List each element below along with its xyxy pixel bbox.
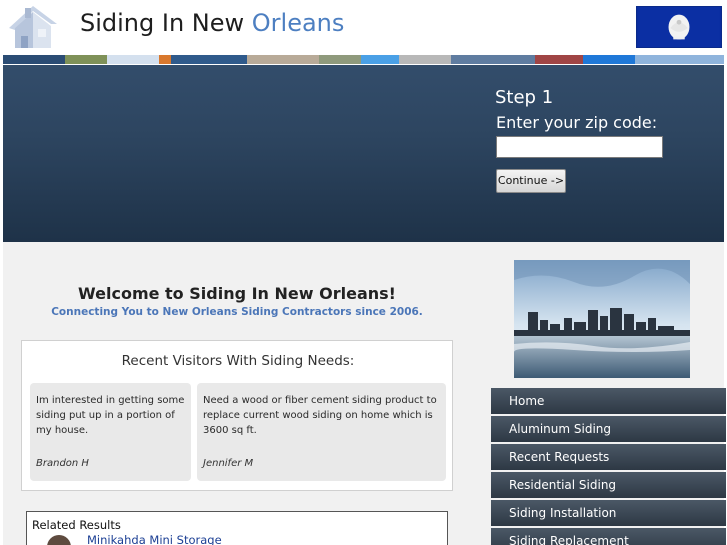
stripe-segment <box>319 55 361 64</box>
stripe-segment <box>107 55 159 64</box>
sidebar-item-home[interactable]: Home <box>491 388 726 414</box>
sidebar-item-recent-requests[interactable]: Recent Requests <box>491 444 726 470</box>
hero-banner: Step 1 Enter your zip code: Continue -> <box>3 65 724 242</box>
step-title: Step 1 <box>495 87 554 108</box>
sidebar-item-siding-replacement[interactable]: Siding Replacement <box>491 528 726 545</box>
sidebar-item-residential-siding[interactable]: Residential Siding <box>491 472 726 498</box>
welcome-heading: Welcome to Siding In New Orleans! <box>78 284 396 303</box>
stripe-segment <box>247 55 319 64</box>
sidebar-item-aluminum-siding[interactable]: Aluminum Siding <box>491 416 726 442</box>
zip-label: Enter your zip code: <box>496 113 658 132</box>
visitor-name: Brandon H <box>36 458 89 469</box>
stripe-segment <box>399 55 451 64</box>
related-results-title: Related Results <box>32 518 121 532</box>
louisiana-flag-icon <box>636 6 722 48</box>
visitor-message: Need a wood or fiber cement siding produ… <box>203 395 437 436</box>
sidebar-nav: Home Aluminum Siding Recent Requests Res… <box>491 388 726 545</box>
related-result-thumbnail[interactable] <box>47 535 71 545</box>
site-title[interactable]: Siding In New Orleans <box>80 9 344 37</box>
continue-button[interactable]: Continue -> <box>496 169 566 193</box>
house-logo-icon[interactable] <box>3 2 59 52</box>
visitor-card: Im interested in getting some siding put… <box>30 383 191 481</box>
recent-visitors-title: Recent Visitors With Siding Needs: <box>121 353 355 369</box>
stripe-segment <box>3 55 65 64</box>
city-skyline-photo <box>514 260 690 378</box>
related-result-link[interactable]: Minikahda Mini Storage <box>87 533 222 545</box>
related-results-box: Related Results Minikahda Mini Storage <box>26 511 448 545</box>
visitor-card: Need a wood or fiber cement siding produ… <box>197 383 446 481</box>
stripe-segment <box>171 55 247 64</box>
color-stripe <box>3 55 724 64</box>
stripe-segment <box>361 55 399 64</box>
recent-visitors-box: Recent Visitors With Siding Needs: Im in… <box>21 340 453 491</box>
site-title-accent: Orleans <box>251 9 345 37</box>
stripe-segment <box>451 55 535 64</box>
zip-code-input[interactable] <box>496 136 663 158</box>
stripe-segment <box>65 55 107 64</box>
stripe-segment <box>635 55 724 64</box>
stripe-segment <box>583 55 635 64</box>
visitor-message: Im interested in getting some siding put… <box>36 395 185 436</box>
stripe-segment <box>159 55 171 64</box>
site-title-main: Siding In New <box>80 9 252 37</box>
site-header: Siding In New Orleans <box>0 0 727 55</box>
sidebar-item-siding-installation[interactable]: Siding Installation <box>491 500 726 526</box>
visitor-name: Jennifer M <box>203 458 254 469</box>
stripe-segment <box>535 55 583 64</box>
welcome-tagline: Connecting You to New Orleans Siding Con… <box>51 306 423 318</box>
